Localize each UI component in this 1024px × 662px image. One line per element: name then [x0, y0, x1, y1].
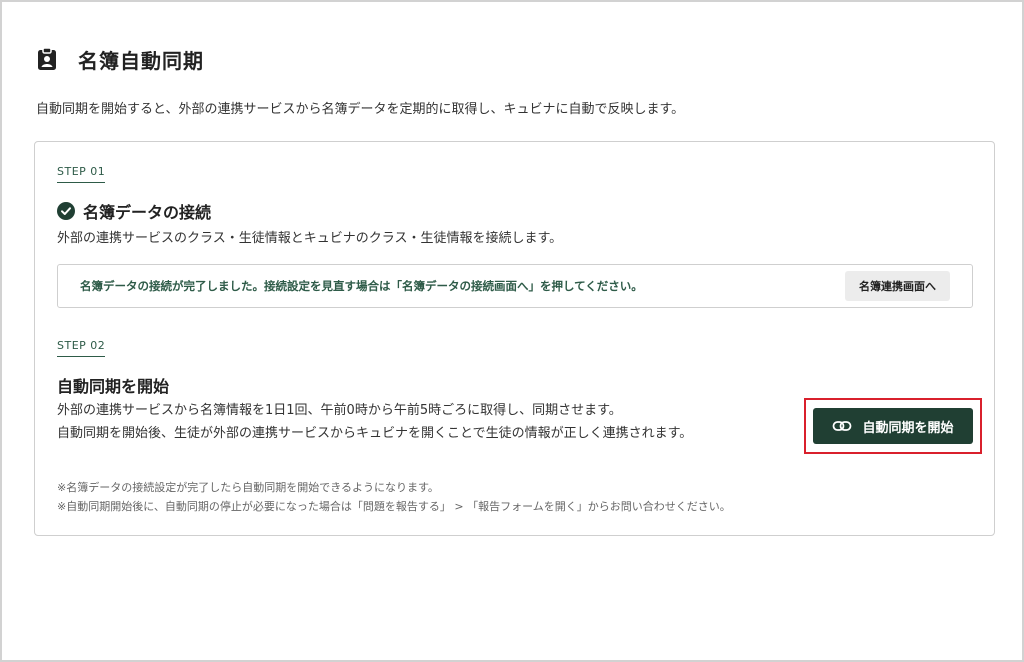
step1-description: 外部の連携サービスのクラス・生徒情報とキュビナのクラス・生徒情報を接続します。: [57, 231, 563, 246]
notice-text: 名簿データの接続が完了しました。接続設定を見直す場合は「名簿データの接続画面へ」…: [80, 279, 643, 293]
check-circle-icon: [57, 202, 75, 220]
step1-title: 名簿データの接続: [83, 203, 212, 222]
note-line-1: ※名簿データの接続設定が完了したら自動同期を開始できるようになります。: [57, 481, 439, 494]
page-header: 名簿自動同期: [36, 44, 204, 74]
step2-label: STEP 02: [57, 339, 106, 357]
note-line-2: ※自動同期開始後に、自動同期の停止が必要になった場合は「問題を報告する」 > 「…: [57, 500, 731, 513]
connection-complete-notice: 名簿データの接続が完了しました。接続設定を見直す場合は「名簿データの接続画面へ」…: [57, 264, 973, 308]
step2-description-line2: 自動同期を開始後、生徒が外部の連携サービスからキュビナを開くことで生徒の情報が正…: [57, 426, 693, 441]
clipboard-user-icon: [36, 47, 58, 71]
page-title: 名簿自動同期: [78, 48, 204, 73]
step1-label: STEP 01: [57, 165, 106, 183]
step2-description-line1: 外部の連携サービスから名簿情報を1日1回、午前0時から午前5時ごろに取得し、同期…: [57, 403, 622, 418]
link-icon: [832, 419, 852, 433]
start-auto-sync-button[interactable]: 自動同期を開始: [813, 408, 973, 444]
window-frame: 名簿自動同期 自動同期を開始すると、外部の連携サービスから名簿データを定期的に取…: [0, 0, 1024, 662]
page-description: 自動同期を開始すると、外部の連携サービスから名簿データを定期的に取得し、キュビナ…: [36, 102, 685, 117]
roster-link-button[interactable]: 名簿連携画面へ: [845, 271, 950, 301]
step1-title-row: 名簿データの接続: [57, 199, 211, 223]
start-button-label: 自動同期を開始: [862, 420, 954, 436]
sync-steps-card: STEP 01 名簿データの接続 外部の連携サービスのクラス・生徒情報とキュビナ…: [34, 141, 995, 536]
step2-title: 自動同期を開始: [57, 377, 170, 396]
